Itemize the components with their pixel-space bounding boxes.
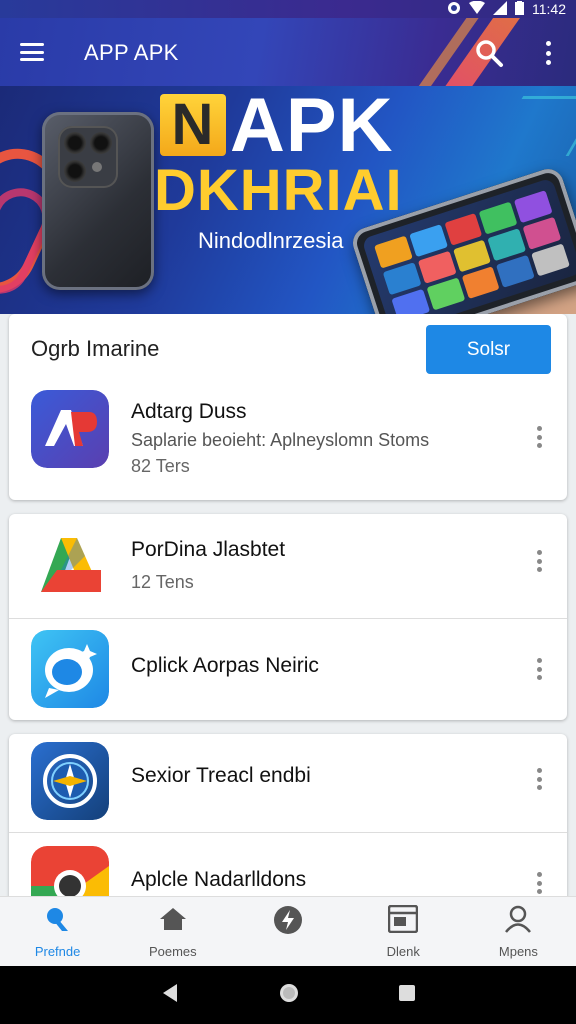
list-item[interactable]: Adtarg Duss Saplarie beoieht: Aplneyslom… [9,390,567,480]
home-icon [44,905,72,938]
browser-icon [387,904,419,938]
status-bar: 11:42 [0,0,576,18]
signal-icon [493,0,507,18]
item-title: Sexior Treacl endbi [131,764,311,787]
system-navigation-bar [0,966,576,1024]
app-bar: APP APK [0,18,576,86]
app-icon [31,630,109,708]
banner-title: N APK [160,86,393,166]
item-title: PorDina Jlasbtet [131,538,286,561]
back-icon[interactable] [159,982,181,1009]
person-icon [504,905,532,938]
item-more-icon[interactable] [533,872,545,894]
nav-label: Poemes [148,944,197,959]
list-item[interactable]: Aplcle Nadarlldons [9,846,567,896]
nav-item-store[interactable]: Poemes [115,897,230,966]
status-time: 11:42 [532,1,566,17]
nav-item-home[interactable]: Prefnde [0,897,115,966]
item-more-icon[interactable] [533,768,545,790]
bolt-icon [273,905,303,940]
nav-label: Prefnde [34,944,81,959]
app-icon [31,742,109,820]
banner-title-secondary: DKHRIAI [154,158,403,223]
item-more-icon[interactable] [533,550,545,572]
more-options-icon[interactable] [538,38,558,68]
item-title: Aplcle Nadarlldons [131,868,307,891]
item-title: Cplick Aorpas Neiric [131,654,319,677]
list-item[interactable]: Sexior Treacl endbi [9,742,567,822]
list-item[interactable]: Cplick Aorpas Neiric [9,630,567,710]
divider [9,618,567,619]
app-icon [31,846,109,896]
item-meta: 12 Tens [131,572,194,592]
promo-banner[interactable]: N APK DKHRIAI Nindodlnrzesia [0,86,576,314]
menu-icon[interactable] [18,40,46,64]
item-meta: 82 Ters [131,456,190,476]
section-action-button[interactable]: Solsr [426,325,551,374]
item-title: Adtarg Duss [131,400,247,423]
item-more-icon[interactable] [533,658,545,680]
bottom-navigation: Prefnde Poemes Dlenk Mpens [0,896,576,966]
app-list-card: PorDina Jlasbtet 12 Tens Cplick Aorpas N… [9,514,567,720]
app-list-card: Sexior Treacl endbi Aplcle Nadarlldons [9,734,567,896]
wifi-icon [469,0,485,18]
nav-label: Dlenk [386,944,420,959]
nav-item-browser[interactable]: Dlenk [346,897,461,966]
nav-item-bolt[interactable] [230,897,345,966]
app-list: Ogrb Imarine Solsr Adtarg Duss Saplarie … [0,314,576,896]
item-more-icon[interactable] [533,426,545,448]
recents-icon[interactable] [397,983,417,1008]
app-title: APP APK [84,40,179,65]
nav-label: Mpens [498,944,538,959]
divider [9,832,567,833]
nav-item-profile[interactable]: Mpens [461,897,576,966]
phone-back-image [42,112,154,290]
item-description: Saplarie beoieht: Aplneyslomn Stoms [131,430,430,450]
store-icon [159,905,187,938]
home-button-icon[interactable] [278,982,300,1009]
battery-icon [515,0,524,18]
list-item[interactable]: PorDina Jlasbtet 12 Tens [9,526,567,606]
notification-icon [447,1,461,18]
section-title: Ogrb Imarine [31,336,160,361]
banner-subtitle: Nindodlnrzesia [198,228,344,253]
app-icon [31,390,109,468]
banner-logo: N [160,94,226,156]
app-icon [31,526,109,604]
featured-card: Ogrb Imarine Solsr Adtarg Duss Saplarie … [9,314,567,500]
search-icon[interactable] [474,38,504,68]
